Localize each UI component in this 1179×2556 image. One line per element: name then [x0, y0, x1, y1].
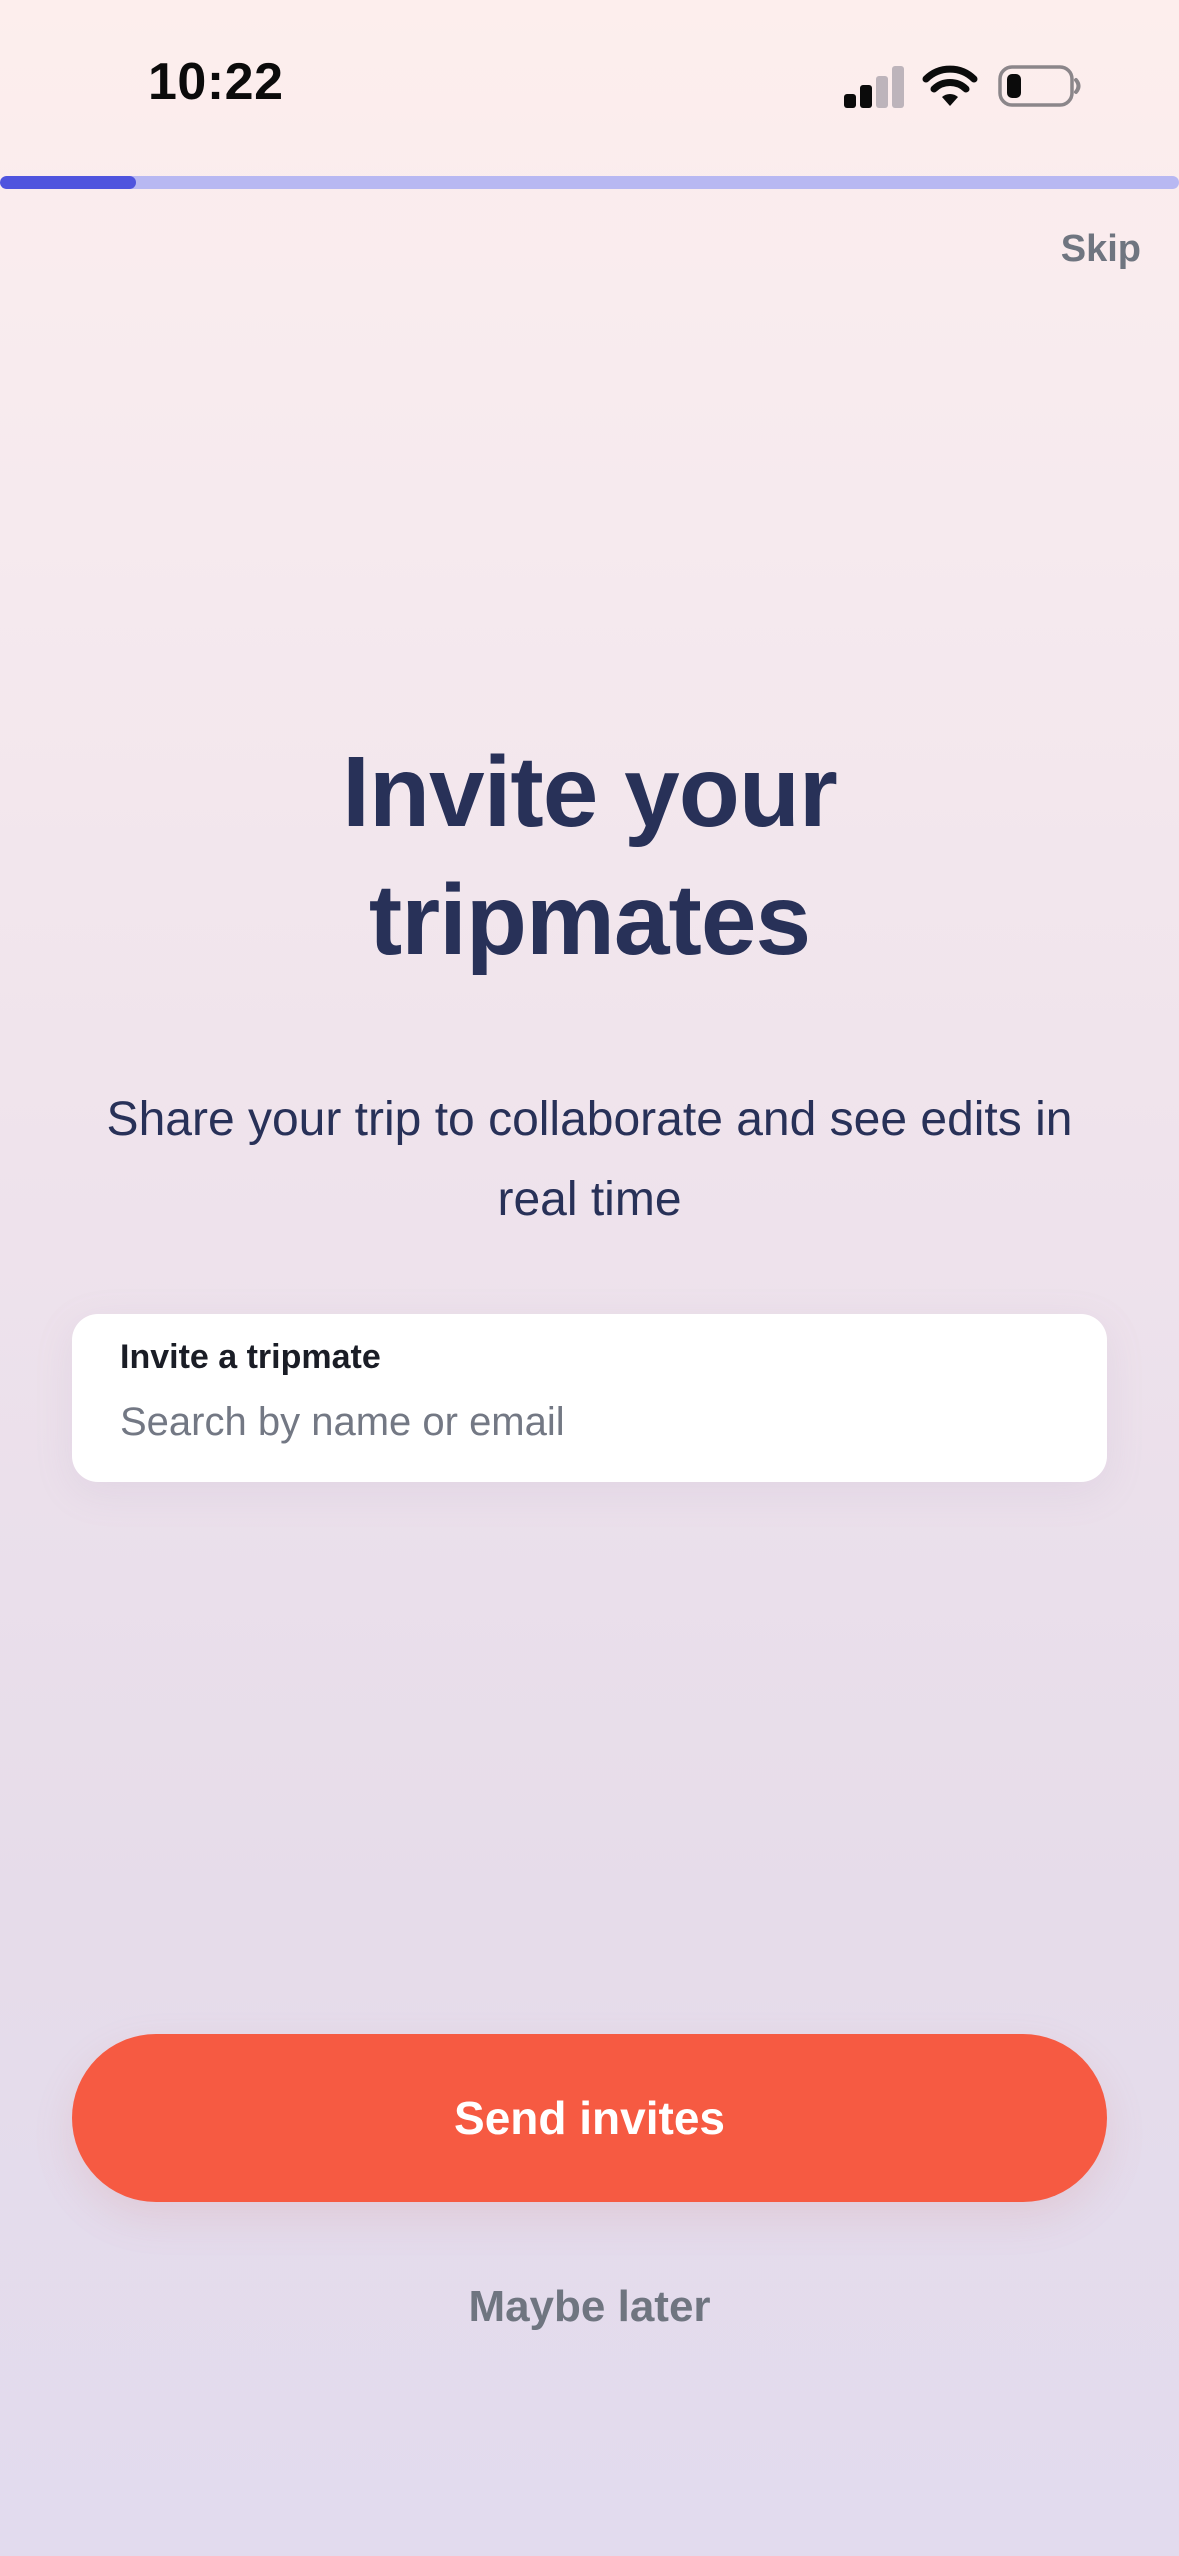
status-bar: 10:22: [0, 0, 1179, 175]
page-subtitle: Share your trip to collaborate and see e…: [70, 1080, 1109, 1240]
battery-icon: [998, 65, 1081, 107]
page-subtitle-line-1: Share your trip to collaborate and see e…: [106, 1093, 1073, 1146]
skip-button[interactable]: Skip: [1061, 228, 1141, 271]
invite-search-input[interactable]: [120, 1392, 1050, 1452]
progress-fill: [0, 176, 136, 189]
invite-tripmate-card[interactable]: Invite a tripmate: [72, 1314, 1107, 1482]
page-title-line-2: tripmates: [368, 864, 811, 976]
wifi-icon: [922, 65, 978, 106]
invite-tripmate-label: Invite a tripmate: [120, 1338, 381, 1376]
status-time: 10:22: [148, 53, 284, 111]
page-title: Invite your tripmates: [0, 728, 1179, 984]
send-invites-button[interactable]: Send invites: [72, 2034, 1107, 2202]
onboarding-progress-bar: [0, 176, 1179, 189]
page-title-line-1: Invite your: [342, 736, 838, 848]
page-subtitle-line-2: real time: [497, 1173, 682, 1226]
signal-icon: [844, 66, 904, 108]
maybe-later-button[interactable]: Maybe later: [0, 2282, 1179, 2332]
